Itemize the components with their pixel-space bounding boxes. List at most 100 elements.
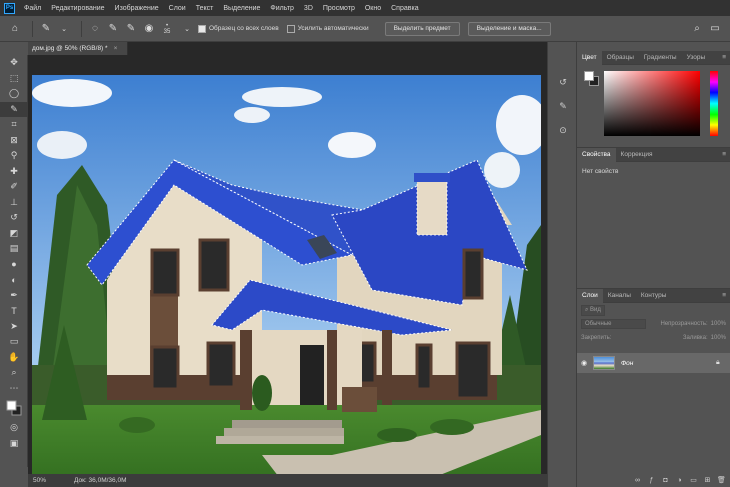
chevron-down-icon[interactable]: ⌄ xyxy=(57,22,71,36)
zoom-level[interactable]: 50% xyxy=(28,477,68,484)
menu-3d[interactable]: 3D xyxy=(299,5,318,12)
healing-brush-tool-icon[interactable]: ✚ xyxy=(0,164,28,180)
tab-patterns[interactable]: Узоры xyxy=(682,51,711,65)
new-selection-icon[interactable]: ◌ xyxy=(88,22,102,36)
layers-panel-tabs: Слои Каналы Контуры ≡ xyxy=(577,288,730,303)
collapsed-panels: ↺ ✎ ⊙ xyxy=(547,42,577,487)
lasso-tool-icon[interactable]: ◯ xyxy=(0,86,28,102)
menu-view[interactable]: Просмотр xyxy=(318,5,360,12)
close-icon[interactable]: × xyxy=(114,45,118,52)
hand-tool-icon[interactable]: ✋ xyxy=(0,350,28,366)
auto-enhance-checkbox[interactable]: Усилить автоматически xyxy=(286,24,369,33)
edit-toolbar-icon[interactable]: ⋯ xyxy=(0,381,28,397)
layer-thumbnail xyxy=(593,356,615,370)
tab-adjustments[interactable]: Коррекция xyxy=(616,148,658,162)
hue-slider[interactable] xyxy=(710,71,718,136)
add-to-selection-icon[interactable]: ✎ xyxy=(106,22,120,36)
layer-item[interactable]: ◉ Фон 🔒︎ xyxy=(577,353,730,373)
blend-mode-select[interactable]: Обычные xyxy=(581,319,646,329)
tab-color[interactable]: Цвет xyxy=(577,50,602,65)
frame-tool-icon[interactable]: ⊠ xyxy=(0,133,28,149)
screen-mode-icon[interactable]: ▣ xyxy=(0,436,28,452)
home-icon[interactable]: ⌂ xyxy=(8,22,22,36)
adjustment-layer-icon[interactable]: ◑ xyxy=(675,477,684,484)
eyedropper-tool-icon[interactable]: ⚲ xyxy=(0,148,28,164)
crop-tool-icon[interactable]: ⌗ xyxy=(0,117,28,133)
rectangle-tool-icon[interactable]: ▭ xyxy=(0,334,28,350)
actions-icon[interactable]: ⊙ xyxy=(548,118,578,142)
divider xyxy=(32,20,33,37)
lock-icon[interactable]: 🔒︎ xyxy=(716,359,730,367)
brush-size[interactable]: • 35 xyxy=(160,23,174,35)
panel-menu-icon[interactable]: ≡ xyxy=(722,151,730,158)
canvas[interactable] xyxy=(32,75,541,487)
tab-channels[interactable]: Каналы xyxy=(603,289,636,303)
tools-panel: ✥ ⬚ ◯ ✎ ⌗ ⊠ ⚲ ✚ ✐ ⊥ ↺ ◩ ▤ ● ◐ ✒ T ➤ ▭ ✋ … xyxy=(0,55,28,467)
tab-layers[interactable]: Слои xyxy=(577,288,603,303)
document-area: дом.jpg @ 50% (RGB/8) * × 50% Док: 36,0M… xyxy=(28,42,547,487)
tab-gradients[interactable]: Градиенты xyxy=(639,51,682,65)
zoom-tool-icon[interactable]: ⌕ xyxy=(0,365,28,381)
auto-enhance-label: Усилить автоматически xyxy=(297,25,369,32)
brush-picker-icon[interactable]: ◉ xyxy=(142,22,156,36)
clone-stamp-tool-icon[interactable]: ⊥ xyxy=(0,195,28,211)
tab-properties[interactable]: Свойства xyxy=(577,147,616,162)
color-picker xyxy=(577,65,730,148)
layer-kind-filter[interactable]: ⌕ Вид xyxy=(581,304,605,316)
pen-tool-icon[interactable]: ✒ xyxy=(0,288,28,304)
menu-image[interactable]: Изображение xyxy=(110,5,164,12)
tab-paths[interactable]: Контуры xyxy=(636,289,672,303)
menu-select[interactable]: Выделение xyxy=(218,5,265,12)
fill-value[interactable]: 100% xyxy=(711,335,726,341)
brush-tool-icon[interactable]: ✐ xyxy=(0,179,28,195)
menu-window[interactable]: Окно xyxy=(360,5,386,12)
house-photo xyxy=(32,75,541,487)
select-subject-button[interactable]: Выделить предмет xyxy=(384,21,460,36)
workspace-icon[interactable]: ▭ xyxy=(708,22,722,36)
new-group-icon[interactable]: ▭ xyxy=(689,476,698,484)
history-icon[interactable]: ↺ xyxy=(548,70,578,94)
path-selection-tool-icon[interactable]: ➤ xyxy=(0,319,28,335)
document-tab[interactable]: дом.jpg @ 50% (RGB/8) * × xyxy=(28,42,128,55)
opacity-value[interactable]: 100% xyxy=(711,321,726,327)
marquee-tool-icon[interactable]: ⬚ xyxy=(0,71,28,87)
history-brush-tool-icon[interactable]: ↺ xyxy=(0,210,28,226)
layer-style-icon[interactable]: ƒ xyxy=(647,477,656,484)
add-mask-icon[interactable]: ◘ xyxy=(661,477,670,484)
chevron-down-icon[interactable]: ⌄ xyxy=(180,22,194,36)
checkbox-box[interactable] xyxy=(198,24,206,33)
quick-mask-icon[interactable]: ◎ xyxy=(0,420,28,436)
menu-edit[interactable]: Редактирование xyxy=(46,5,109,12)
menu-type[interactable]: Текст xyxy=(191,5,219,12)
eraser-tool-icon[interactable]: ◩ xyxy=(0,226,28,242)
type-tool-icon[interactable]: T xyxy=(0,303,28,319)
menu-file[interactable]: Файл xyxy=(19,5,46,12)
foreground-color-swatch[interactable] xyxy=(584,71,594,81)
move-tool-icon[interactable]: ✥ xyxy=(0,55,28,71)
link-layers-icon[interactable]: ∞ xyxy=(633,477,642,484)
tab-swatches[interactable]: Образцы xyxy=(602,51,639,65)
delete-layer-icon[interactable]: 🗑︎ xyxy=(717,476,726,484)
search-icon[interactable]: ⌕ xyxy=(690,22,704,36)
menu-help[interactable]: Справка xyxy=(386,5,423,12)
sample-all-layers-checkbox[interactable]: Образец со всех слоев xyxy=(198,24,279,33)
menu-filter[interactable]: Фильтр xyxy=(265,5,299,12)
layer-filter-row: ⌕ Вид xyxy=(577,303,730,317)
select-and-mask-button[interactable]: Выделение и маска... xyxy=(467,21,551,36)
dodge-tool-icon[interactable]: ◐ xyxy=(0,272,28,288)
foreground-background-colors-icon[interactable] xyxy=(0,396,28,420)
brush-settings-icon[interactable]: ✎ xyxy=(548,94,578,118)
new-layer-icon[interactable]: ⊞ xyxy=(703,476,712,484)
quick-selection-tool-icon[interactable]: ✎ xyxy=(0,101,28,117)
blur-tool-icon[interactable]: ● xyxy=(0,257,28,273)
checkbox-box[interactable] xyxy=(286,24,295,33)
color-swatches-icon xyxy=(6,400,22,416)
eye-icon[interactable]: ◉ xyxy=(577,359,591,367)
quick-selection-tool-icon[interactable]: ✎ xyxy=(39,22,53,36)
menu-layers[interactable]: Слои xyxy=(164,5,191,12)
color-field[interactable] xyxy=(604,71,700,136)
panel-menu-icon[interactable]: ≡ xyxy=(722,54,730,61)
subtract-from-selection-icon[interactable]: ✎ xyxy=(124,22,138,36)
panel-menu-icon[interactable]: ≡ xyxy=(722,292,730,299)
gradient-tool-icon[interactable]: ▤ xyxy=(0,241,28,257)
